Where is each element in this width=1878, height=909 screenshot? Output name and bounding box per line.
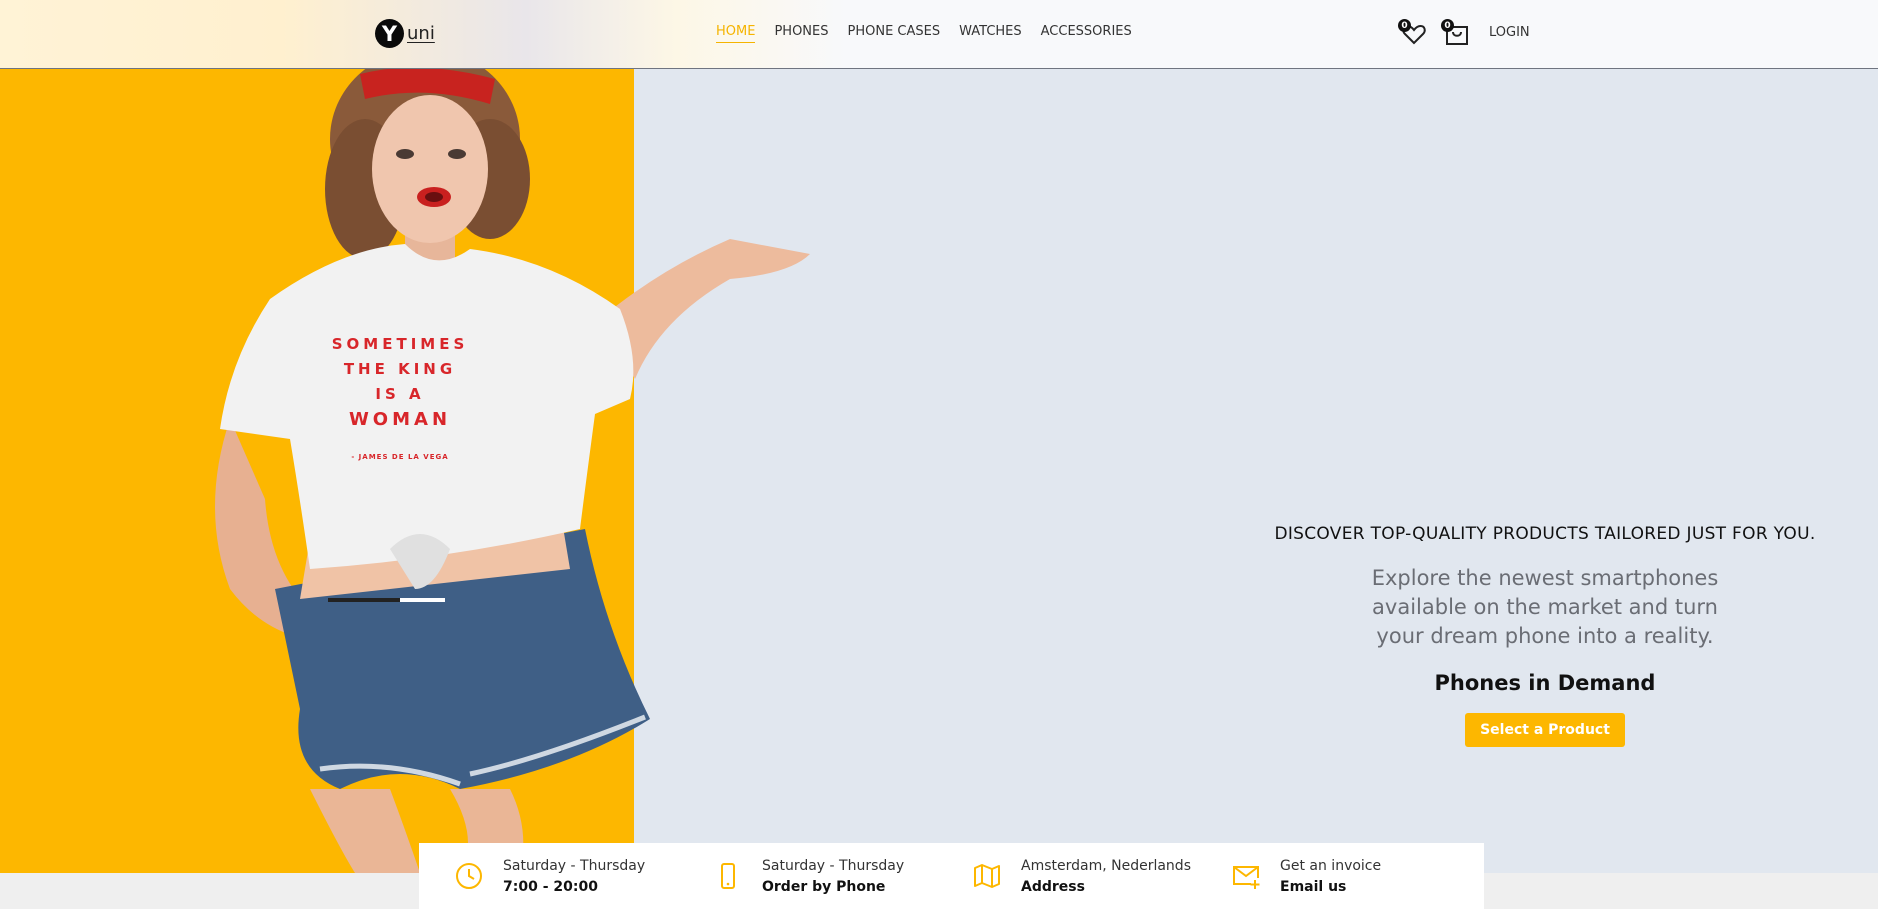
- info-phone-line1: Saturday - Thursday: [762, 857, 905, 874]
- main-nav: HOME PHONES PHONE CASES WATCHES ACCESSOR…: [716, 24, 1151, 43]
- brand-logo[interactable]: Y uni: [375, 19, 435, 48]
- nav-home[interactable]: HOME: [716, 24, 756, 43]
- mail-plus-icon: [1233, 866, 1260, 889]
- hero-content: DISCOVER TOP-QUALITY PRODUCTS TAILORED J…: [1240, 524, 1850, 747]
- tshirt-line-4: WOMAN: [349, 409, 451, 430]
- tshirt-line-3: IS A: [375, 385, 424, 403]
- nav-watches[interactable]: WATCHES: [959, 24, 1022, 43]
- cart-button[interactable]: 0: [1441, 19, 1471, 48]
- info-address-line2: Address: [1021, 878, 1085, 895]
- select-product-button[interactable]: Select a Product: [1465, 713, 1625, 747]
- info-email-line1: Get an invoice: [1280, 857, 1382, 874]
- info-hours-line2: 7:00 - 20:00: [503, 878, 598, 895]
- nav-phones[interactable]: PHONES: [774, 24, 828, 43]
- logo-mark: Y: [375, 19, 404, 48]
- info-item-email[interactable]: Get an invoice Email us: [1196, 843, 1455, 909]
- slider-dot-1[interactable]: [328, 598, 400, 602]
- info-phone-line2: Order by Phone: [762, 878, 886, 895]
- cart-count-badge: 0: [1441, 19, 1454, 32]
- site-header: Y uni HOME PHONES PHONE CASES WATCHES AC…: [0, 0, 1878, 69]
- hero-description: Explore the newest smartphones available…: [1371, 566, 1719, 648]
- nav-phone-cases[interactable]: PHONE CASES: [848, 24, 941, 43]
- hero-title: Phones in Demand: [1434, 671, 1656, 695]
- map-icon: [974, 864, 1000, 888]
- wishlist-count-badge: 0: [1398, 19, 1411, 32]
- info-email-line2: Email us: [1280, 878, 1347, 895]
- tshirt-line-1: SOMETIMES: [332, 335, 469, 353]
- info-hours-line1: Saturday - Thursday: [503, 857, 646, 874]
- info-address-line1: Amsterdam, Nederlands: [1021, 857, 1191, 874]
- phone-icon: [721, 863, 735, 889]
- info-item-address[interactable]: Amsterdam, Nederlands Address: [937, 843, 1196, 909]
- hero-model-image: SOMETIMES THE KING IS A WOMAN - JAMES DE…: [215, 69, 810, 873]
- login-link[interactable]: LOGIN: [1489, 25, 1530, 40]
- tshirt-line-5: - JAMES DE LA VEGA: [351, 453, 448, 461]
- hero-slider-indicators: [328, 598, 445, 602]
- logo-text: uni: [407, 23, 435, 44]
- info-item-hours: Saturday - Thursday 7:00 - 20:00: [419, 843, 678, 909]
- hero-kicker: DISCOVER TOP-QUALITY PRODUCTS TAILORED J…: [1274, 524, 1816, 544]
- tshirt-line-2: THE KING: [344, 360, 456, 378]
- slider-dot-2-active[interactable]: [400, 598, 445, 602]
- wishlist-button[interactable]: 0: [1398, 19, 1428, 48]
- clock-icon: [456, 863, 482, 889]
- info-bar: Saturday - Thursday 7:00 - 20:00 Saturda…: [419, 843, 1484, 909]
- nav-accessories[interactable]: ACCESSORIES: [1041, 24, 1132, 43]
- info-item-phone[interactable]: Saturday - Thursday Order by Phone: [678, 843, 937, 909]
